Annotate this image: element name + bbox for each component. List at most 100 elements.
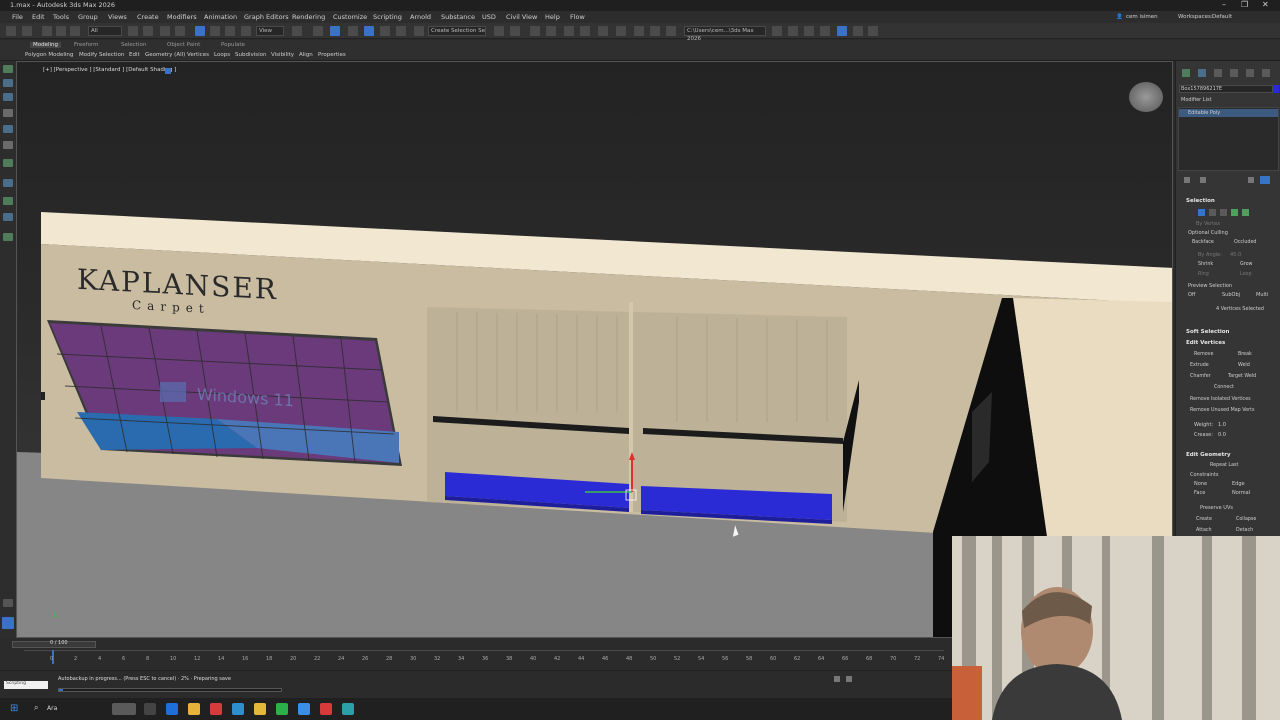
select-by-name-icon[interactable]	[143, 26, 153, 36]
scene-tool-icon[interactable]	[3, 159, 13, 167]
ribbon-loops[interactable]: Loops	[214, 52, 230, 58]
opera-icon[interactable]	[210, 703, 222, 715]
preview-subobj-radio[interactable]: SubObj	[1222, 292, 1240, 298]
ring-button[interactable]: Ring	[1198, 272, 1209, 277]
remove-isolated-vertices-button[interactable]: Remove Isolated Vertices	[1190, 397, 1251, 402]
undo-icon[interactable]	[6, 26, 16, 36]
menu-scripting[interactable]: Scripting	[373, 13, 402, 21]
occluded-toggle[interactable]: Occluded	[1234, 240, 1256, 245]
ribbon-geometry-all[interactable]: Geometry (All)	[145, 52, 185, 58]
display-icon[interactable]	[3, 125, 13, 133]
3ds-max-icon[interactable]	[342, 703, 354, 715]
loop-button[interactable]: Loop	[1240, 272, 1252, 277]
window-crossing-icon[interactable]	[175, 26, 185, 36]
align-icon[interactable]	[510, 26, 520, 36]
crease-spinner[interactable]: 0.0	[1218, 432, 1226, 438]
hide-tool-icon[interactable]	[3, 233, 13, 241]
menu-graph-editors[interactable]: Graph Editors	[244, 13, 289, 21]
connect-button[interactable]: Connect	[1214, 385, 1234, 390]
remove-button[interactable]: Remove	[1194, 352, 1213, 357]
menu-group[interactable]: Group	[78, 13, 98, 21]
menu-flow[interactable]: Flow	[570, 13, 585, 21]
polygon-mode-icon[interactable]	[1231, 209, 1238, 216]
menu-views[interactable]: Views	[108, 13, 127, 21]
menu-animation[interactable]: Animation	[204, 13, 237, 21]
create-tab-icon[interactable]	[1182, 69, 1190, 77]
rotate-icon[interactable]	[210, 26, 220, 36]
menu-rendering[interactable]: Rendering	[292, 13, 325, 21]
spinner-snap-icon[interactable]	[396, 26, 406, 36]
store-icon[interactable]	[166, 703, 178, 715]
move-icon[interactable]	[195, 26, 205, 36]
file-explorer-icon[interactable]	[254, 703, 266, 715]
viewport-layout-icon[interactable]	[788, 26, 798, 36]
remove-unused-map-verts-button[interactable]: Remove Unused Map Verts	[1190, 408, 1254, 413]
spotify-icon[interactable]	[276, 703, 288, 715]
object-tool-icon[interactable]	[3, 197, 13, 205]
weld-button[interactable]: Weld	[1238, 363, 1250, 368]
viewport-layout-3-icon[interactable]	[820, 26, 830, 36]
isolate-selection-icon[interactable]	[834, 676, 840, 682]
close-button[interactable]: ✕	[1262, 0, 1269, 9]
edit-named-selection-icon[interactable]	[414, 26, 424, 36]
viewport-label[interactable]: [+] [Perspective ] [Standard ] [Default …	[43, 67, 176, 73]
detach-button[interactable]: Detach	[1236, 528, 1253, 533]
menu-create[interactable]: Create	[137, 13, 159, 21]
menu-tools[interactable]: Tools	[53, 13, 69, 21]
motion-icon[interactable]	[3, 109, 13, 117]
utilities-icon[interactable]	[3, 141, 13, 149]
create-icon[interactable]	[3, 65, 13, 73]
tab-populate[interactable]: Populate	[221, 42, 245, 48]
edit-geometry-rollout-title[interactable]: Edit Geometry	[1186, 452, 1231, 458]
show-end-result-icon[interactable]	[1200, 177, 1206, 183]
select-object-icon[interactable]	[128, 26, 138, 36]
pin-stack-icon[interactable]	[1184, 177, 1190, 183]
attach-button[interactable]: Attach	[1196, 528, 1212, 533]
bind-space-warp-icon[interactable]	[70, 26, 80, 36]
border-mode-icon[interactable]	[1220, 209, 1227, 216]
ribbon-polygon-modeling[interactable]: Polygon Modeling	[25, 52, 73, 58]
keyboard-shortcut-override-icon[interactable]	[330, 26, 340, 36]
viewport-maximize-icon[interactable]	[165, 68, 171, 74]
modify-tab-icon[interactable]	[1198, 69, 1206, 77]
track-bar[interactable]	[24, 650, 944, 651]
render-setup-icon[interactable]	[634, 26, 644, 36]
menu-civil-view[interactable]: Civil View	[506, 13, 537, 21]
arnold-render-icon[interactable]	[853, 26, 863, 36]
windows-start-icon[interactable]: ⊞	[10, 703, 18, 714]
graphite-toggle-icon[interactable]	[564, 26, 574, 36]
unlink-icon[interactable]	[56, 26, 66, 36]
configure-sets-icon[interactable]	[1248, 177, 1254, 183]
hierarchy-icon[interactable]	[3, 93, 13, 101]
search-icon[interactable]: ⌕	[34, 703, 38, 713]
remove-modifier-icon[interactable]	[1260, 176, 1270, 184]
preview-off-radio[interactable]: Off	[1188, 292, 1195, 298]
grow-button[interactable]: Grow	[1240, 262, 1252, 267]
constraint-edge-radio[interactable]: Edge	[1232, 481, 1245, 487]
link-icon[interactable]	[42, 26, 52, 36]
scroll-handle[interactable]	[3, 599, 13, 607]
ribbon-align[interactable]: Align	[299, 52, 313, 58]
ribbon-edit[interactable]: Edit	[129, 52, 140, 58]
stack-item-editable-poly[interactable]: Editable Poly	[1188, 110, 1220, 116]
viewport-layout-2-icon[interactable]	[804, 26, 814, 36]
maximize-button[interactable]: ❐	[1241, 0, 1248, 9]
by-angle-checkbox[interactable]: By Angle:	[1198, 252, 1222, 258]
schematic-view-icon[interactable]	[598, 26, 608, 36]
mirror-icon[interactable]	[494, 26, 504, 36]
curve-editor-icon[interactable]	[580, 26, 590, 36]
project-path-dropdown[interactable]: C:\Users\cem...\3ds Max 2026	[684, 26, 766, 42]
task-view-icon[interactable]	[144, 703, 156, 715]
tab-object-paint[interactable]: Object Paint	[167, 42, 200, 48]
ribbon-properties[interactable]: Properties	[318, 52, 346, 58]
collapse-button[interactable]: Collapse	[1236, 517, 1256, 522]
layer-explorer-icon[interactable]	[546, 26, 556, 36]
edge-icon[interactable]	[232, 703, 244, 715]
tab-modeling[interactable]: Modeling	[30, 42, 62, 48]
menu-file[interactable]: File	[12, 13, 23, 21]
selection-rollout-title[interactable]: Selection	[1186, 198, 1215, 204]
selection-filter-dropdown[interactable]: All	[88, 26, 122, 36]
pivot-center-icon[interactable]	[292, 26, 302, 36]
by-vertex-checkbox[interactable]: By Vertex	[1196, 221, 1220, 227]
redo-icon[interactable]	[22, 26, 32, 36]
